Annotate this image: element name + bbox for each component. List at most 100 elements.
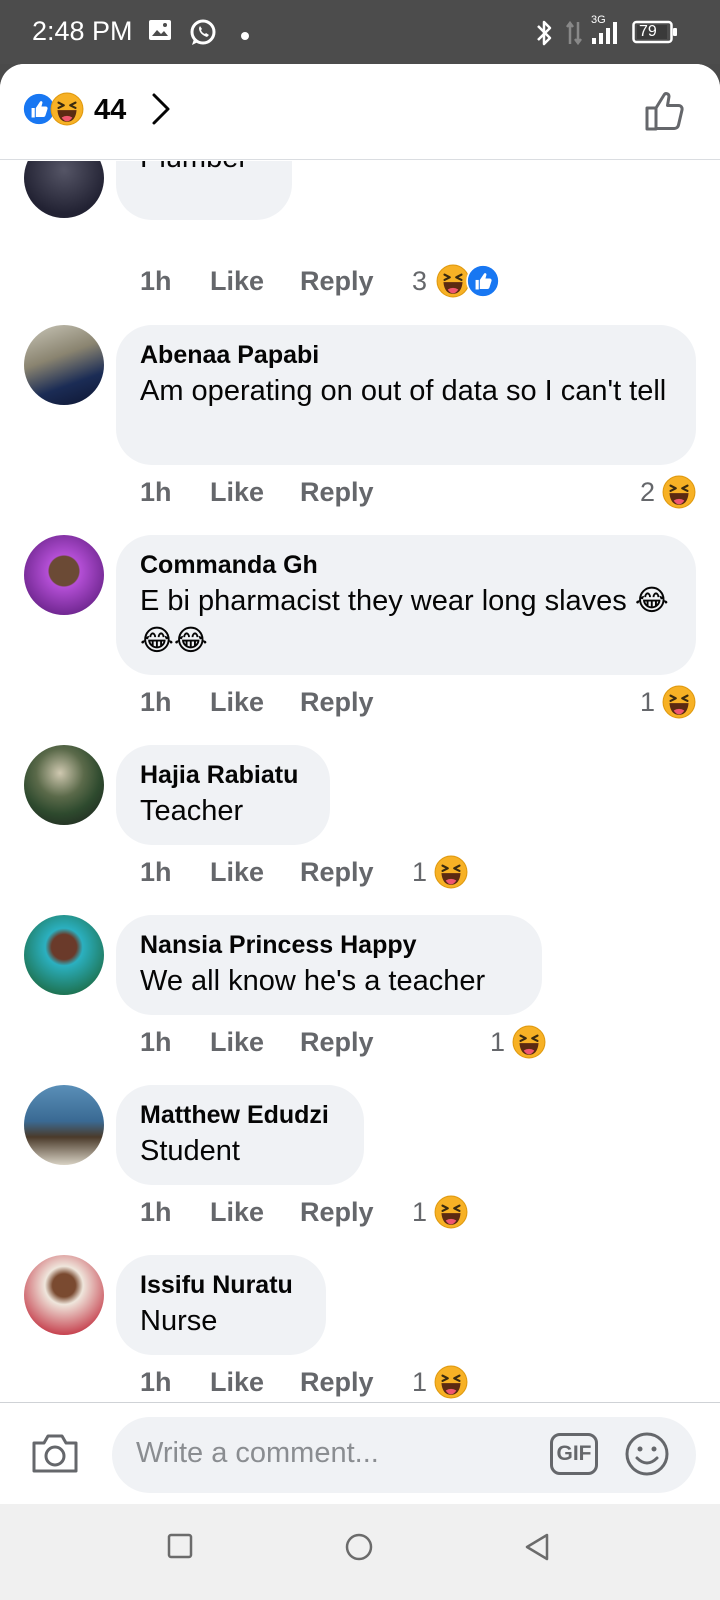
like-comment-button[interactable]: Like [210,1027,264,1058]
back-triangle-icon [525,1533,549,1561]
camera-icon [32,1434,78,1473]
comment-author[interactable]: Commanda Gh [140,549,672,581]
comment-reactions[interactable]: 3 [412,264,502,298]
haha-icon [434,855,468,889]
data-transfer-icon [566,18,582,53]
comment-bubble[interactable]: Hajia Rabiatu Teacher [116,745,330,845]
reply-button[interactable]: Reply [300,857,374,888]
comment-bubble[interactable]: Issifu Nuratu Nurse [116,1255,326,1355]
like-post-button[interactable] [644,90,688,137]
comment-bubble[interactable]: Matthew Edudzi Student [116,1085,364,1185]
system-navigation-bar [0,1504,720,1600]
comment-time: 1h [140,687,172,717]
like-icon [466,264,500,298]
comment-reactions[interactable]: 1 [412,855,472,889]
smiley-icon [625,1432,669,1476]
status-time: 2:48 PM [32,16,133,46]
comment-bubble[interactable]: Nansia Princess Happy We all know he's a… [116,915,542,1015]
reply-button[interactable]: Reply [300,477,374,508]
comment-bubble[interactable]: Abenaa Papabi Am operating on out of dat… [116,325,696,465]
comment-author[interactable]: Abenaa Papabi [140,339,672,371]
battery-icon: 79 [632,20,678,49]
like-comment-button[interactable]: Like [210,687,264,718]
reply-button[interactable]: Reply [300,1367,374,1398]
haha-icon [662,475,696,509]
comment-text: Teacher [140,795,244,827]
comment-time: 1h [140,1367,172,1397]
comment-bubble[interactable]: Commanda Gh E bi pharmacist they wear lo… [116,535,696,675]
comment-reaction-count: 3 [412,266,428,296]
avatar[interactable] [24,535,104,615]
comment-reaction-count: 2 [640,477,656,507]
comment-time: 1h [140,266,172,296]
status-bar: 2:48 PM 3G 79 [0,0,720,64]
comment-text: Nurse [140,1305,218,1337]
comment-bubble[interactable]: Plumber [116,161,292,220]
thumbs-up-icon [645,92,684,131]
home-button[interactable] [344,1532,374,1567]
reply-button[interactable]: Reply [300,266,374,297]
chevron-right-icon[interactable] [150,92,172,131]
comment-text: Plumber [140,161,268,178]
comment-reactions[interactable]: 2 [640,475,700,509]
comment-author[interactable]: Issifu Nuratu [140,1269,302,1301]
comment-composer: Write a comment... GIF [0,1402,720,1504]
comment-text: We all know he's a teacher [140,965,486,997]
gif-button[interactable]: GIF [550,1433,598,1475]
avatar[interactable] [24,915,104,995]
comment-reaction-count: 1 [412,1197,428,1227]
reply-button[interactable]: Reply [300,1027,374,1058]
comment-time: 1h [140,857,172,887]
comment-reactions[interactable]: 1 [412,1365,472,1399]
avatar[interactable] [24,325,104,405]
comment-reaction-count: 1 [412,857,428,887]
signal-3g-icon: 3G [588,12,628,51]
comment-placeholder: Write a comment... [136,1437,379,1469]
circle-icon [345,1533,373,1561]
reply-button[interactable]: Reply [300,1197,374,1228]
comments-list[interactable]: Plumber 1h Like Reply 3 Abenaa Papabi Am… [0,161,720,1406]
back-button[interactable] [522,1532,552,1567]
like-comment-button[interactable]: Like [210,477,264,508]
like-comment-button[interactable]: Like [210,266,264,297]
comment-author[interactable]: Nansia Princess Happy [140,929,518,961]
comment-input[interactable]: Write a comment... GIF [112,1417,696,1493]
comment-text: Student [140,1135,240,1167]
comment-author[interactable]: Matthew Edudzi [140,1099,340,1131]
comment-reactions[interactable]: 1 [412,1195,472,1229]
camera-button[interactable] [30,1431,80,1480]
reaction-count[interactable]: 44 [94,94,126,127]
square-icon [167,1533,193,1559]
svg-text:3G: 3G [591,14,606,26]
avatar[interactable] [24,745,104,825]
like-comment-button[interactable]: Like [210,857,264,888]
comment-time: 1h [140,477,172,507]
like-comment-button[interactable]: Like [210,1367,264,1398]
comment-reaction-count: 1 [640,687,656,717]
bluetooth-icon [534,18,554,53]
haha-icon [512,1025,546,1059]
haha-icon [434,1365,468,1399]
haha-icon [662,685,696,719]
avatar[interactable] [24,161,104,218]
comment-author[interactable]: Hajia Rabiatu [140,759,306,791]
avatar[interactable] [24,1085,104,1165]
like-comment-button[interactable]: Like [210,1197,264,1228]
reactions-summary-button[interactable] [22,92,84,126]
gallery-notification-icon [148,18,174,47]
comment-time: 1h [140,1197,172,1227]
comment-reactions[interactable]: 1 [490,1025,550,1059]
comment-time: 1h [140,1027,172,1057]
comment-reaction-count: 1 [490,1027,506,1057]
recents-button[interactable] [166,1532,194,1565]
comment-reactions[interactable]: 1 [640,685,700,719]
haha-icon [436,264,470,298]
comment-text: Am operating on out of data so I can't t… [140,375,667,407]
comment-reaction-count: 1 [412,1367,428,1397]
avatar[interactable] [24,1255,104,1335]
comments-sheet: 44 Plumber 1h Like Reply 3 [0,64,720,1504]
comment-text: E bi pharmacist they wear long slaves 😂😂… [140,585,669,657]
battery-level: 79 [639,23,657,40]
emoji-button[interactable] [624,1431,670,1482]
reply-button[interactable]: Reply [300,687,374,718]
